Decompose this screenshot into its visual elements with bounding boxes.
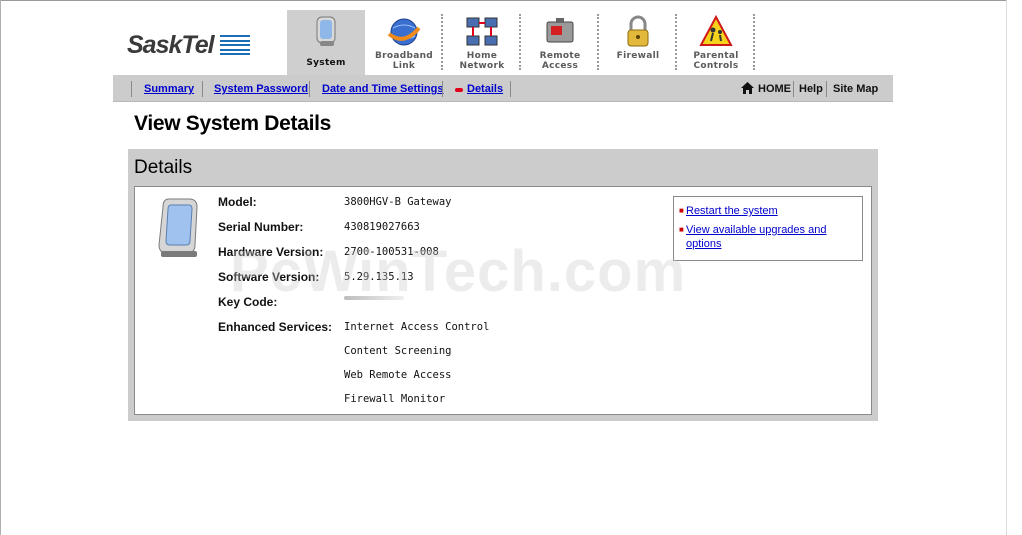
- view-upgrades-link[interactable]: View available upgrades and options: [686, 223, 846, 251]
- details-panel: Details Model: 3800HGV-B Gateway Serial …: [128, 149, 878, 421]
- tab-label: Home Network: [459, 51, 505, 71]
- gateway-device-icon: [158, 198, 198, 257]
- home-network-icon: [466, 17, 498, 46]
- restart-system-link[interactable]: Restart the system: [686, 204, 846, 218]
- divider: [793, 81, 794, 97]
- serial-number-value: 430819027663: [344, 221, 420, 233]
- subnav-date-time-link[interactable]: Date and Time Settings: [322, 83, 443, 95]
- window-top-border: [0, 0, 1022, 1]
- tab-label: Firewall: [616, 51, 660, 61]
- tab-label: Parental Controls: [693, 51, 739, 71]
- tab-system[interactable]: System: [287, 10, 365, 75]
- padlock-icon: [627, 15, 649, 47]
- hardware-version-label: Hardware Version:: [218, 245, 324, 259]
- divider: [202, 81, 203, 97]
- site-map-link[interactable]: Site Map: [833, 83, 878, 95]
- sub-nav-bar: Summary System Password Date and Time Se…: [113, 75, 893, 102]
- tab-label: Remote Access: [539, 51, 581, 71]
- bullet-icon: ■: [679, 225, 684, 234]
- tab-firewall[interactable]: Firewall: [599, 10, 677, 75]
- bullet-icon: ■: [679, 206, 684, 215]
- service-item: Firewall Monitor: [344, 393, 446, 405]
- software-version-label: Software Version:: [218, 270, 320, 284]
- tab-remote-access[interactable]: Remote Access: [521, 10, 599, 75]
- model-label: Model:: [218, 195, 257, 209]
- subnav-details-link[interactable]: Details: [467, 83, 503, 95]
- service-item: Web Remote Access: [344, 369, 452, 381]
- divider: [510, 81, 511, 97]
- service-item: Content Screening: [344, 345, 452, 357]
- sasktel-logo[interactable]: SaskTel: [127, 30, 250, 59]
- service-item: Internet Access Control: [344, 321, 490, 333]
- home-icon: [741, 82, 754, 94]
- hardware-version-value: 2700-100531-008: [344, 246, 439, 258]
- system-gateway-icon: [316, 16, 336, 46]
- parental-warning-icon: [699, 14, 733, 46]
- divider: [131, 81, 132, 97]
- current-page-marker-icon: [455, 88, 463, 92]
- panel-title: Details: [134, 157, 193, 178]
- subnav-summary-link[interactable]: Summary: [144, 83, 194, 95]
- tab-label: System: [306, 58, 346, 68]
- tab-home-network[interactable]: Home Network: [443, 10, 521, 75]
- help-link[interactable]: Help: [799, 83, 823, 95]
- divider: [309, 81, 310, 97]
- subnav-system-password-link[interactable]: System Password: [214, 83, 308, 95]
- logo-text: SaskTel: [127, 30, 215, 59]
- main-nav: System Broadband Link Home Network Remot…: [287, 10, 755, 75]
- tab-broadband-link[interactable]: Broadband Link: [365, 10, 443, 75]
- model-value: 3800HGV-B Gateway: [344, 196, 452, 208]
- enhanced-services-label: Enhanced Services:: [218, 320, 333, 334]
- tab-parental-controls[interactable]: Parental Controls: [677, 10, 755, 75]
- details-content: Model: 3800HGV-B Gateway Serial Number: …: [134, 186, 872, 415]
- tab-label: Broadband Link: [374, 51, 434, 71]
- key-code-label: Key Code:: [218, 295, 278, 309]
- key-code-redacted-value: [344, 296, 404, 300]
- software-version-value: 5.29.135.13: [344, 271, 414, 283]
- globe-icon: [387, 18, 421, 46]
- serial-number-label: Serial Number:: [218, 220, 304, 234]
- page-title: View System Details: [134, 112, 332, 135]
- divider: [442, 81, 443, 97]
- home-link[interactable]: HOME: [758, 83, 791, 95]
- vertical-scrollbar[interactable]: [1006, 0, 1022, 535]
- window-left-border: [0, 0, 1, 535]
- divider: [826, 81, 827, 97]
- remote-access-icon: [546, 18, 574, 43]
- actions-box: ■ Restart the system ■ View available up…: [673, 196, 863, 261]
- logo-stripes-icon: [219, 35, 250, 55]
